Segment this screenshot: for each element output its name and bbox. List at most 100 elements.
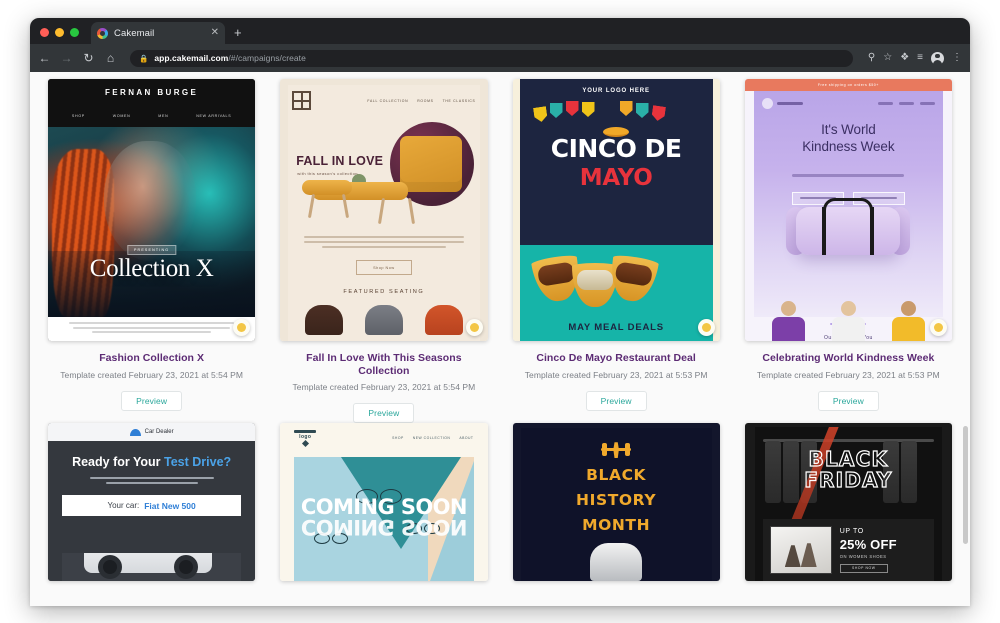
art-cta-button[interactable]: Shop Now bbox=[355, 260, 412, 275]
key-icon[interactable]: ⚲ bbox=[868, 53, 875, 63]
template-title: Fall In Love With This Seasons Collectio… bbox=[306, 352, 462, 377]
art-nav-item: WOMEN bbox=[112, 114, 131, 118]
template-thumbnail[interactable]: Free shipping on orders $50+ It's World … bbox=[744, 79, 952, 341]
art-promo-banner: Free shipping on orders $50+ bbox=[744, 79, 952, 91]
art-header: FERNAN BURGE bbox=[48, 79, 256, 105]
home-icon[interactable]: ⌂ bbox=[104, 52, 117, 64]
tab-strip: Cakemail ✕ + bbox=[30, 18, 970, 44]
template-thumbnail[interactable]: BLACK HISTORY MONTH bbox=[512, 423, 720, 582]
reload-icon[interactable]: ↻ bbox=[82, 52, 95, 64]
template-card[interactable]: YOUR LOGO HERE CINCO DE MAYO MAY MEAL DE… bbox=[512, 79, 720, 423]
preview-button-wrap: Preview bbox=[745, 390, 952, 411]
template-card[interactable]: BLACK FRIDAY UP TO 25% OFF ON WOMEN SHOE… bbox=[744, 423, 952, 582]
preview-button[interactable]: Preview bbox=[585, 390, 647, 411]
template-thumbnail[interactable]: BLACK FRIDAY UP TO 25% OFF ON WOMEN SHOE… bbox=[744, 423, 952, 582]
tab-title: Cakemail bbox=[114, 27, 155, 39]
preview-button[interactable]: Preview bbox=[121, 390, 183, 411]
art-nav-item: ROOMS bbox=[417, 98, 434, 103]
art-logo-icon bbox=[292, 91, 312, 110]
art-shop-now-button[interactable]: SHOP NOW bbox=[839, 563, 888, 573]
art-upto: UP TO bbox=[839, 527, 864, 535]
art-header: logo SHOP NEW COLLECTION ABOUT bbox=[280, 423, 487, 448]
forward-arrow-icon[interactable]: → bbox=[60, 52, 73, 64]
star-icon[interactable]: ☆ bbox=[883, 53, 892, 63]
scrollbar-thumb[interactable] bbox=[963, 426, 968, 544]
preview-button[interactable]: Preview bbox=[353, 403, 415, 424]
art-offer-text: UP TO 25% OFF ON WOMEN SHOES SHOP NOW bbox=[839, 526, 927, 574]
art-nav-item: ABOUT bbox=[459, 436, 474, 441]
browser-tab[interactable]: Cakemail ✕ bbox=[91, 22, 225, 44]
art-scene: FALL IN LOVE with this season's collecti… bbox=[288, 114, 479, 226]
template-title: Cinco De Mayo Restaurant Deal bbox=[536, 352, 696, 364]
art-logo bbox=[761, 98, 803, 109]
art-description bbox=[48, 476, 255, 485]
art-product bbox=[364, 305, 403, 335]
art-nav-item: NEW ARRIVALS bbox=[196, 114, 232, 118]
art-people-row bbox=[745, 297, 952, 341]
template-art-fashion: FERNAN BURGE SHOP WOMEN MEN NEW ARRIVALS bbox=[48, 79, 256, 341]
back-arrow-icon[interactable]: ← bbox=[38, 52, 51, 64]
preview-button[interactable]: Preview bbox=[817, 390, 879, 411]
art-nav-links bbox=[878, 102, 935, 105]
template-art-black-history: BLACK HISTORY MONTH bbox=[512, 423, 720, 582]
template-created-date: Template created February 23, 2021 at 5:… bbox=[757, 369, 940, 380]
art-car-wheel bbox=[174, 555, 198, 580]
art-car-wheel bbox=[98, 555, 122, 580]
template-badge-icon[interactable] bbox=[697, 319, 715, 336]
art-nav-item: NEW COLLECTION bbox=[412, 436, 451, 441]
template-card[interactable]: FERNAN BURGE SHOP WOMEN MEN NEW ARRIVALS bbox=[48, 79, 256, 423]
template-card[interactable]: Free shipping on orders $50+ It's World … bbox=[744, 79, 952, 423]
template-thumbnail[interactable]: FERNAN BURGE SHOP WOMEN MEN NEW ARRIVALS bbox=[48, 79, 256, 341]
art-chair-back bbox=[399, 136, 462, 192]
template-card[interactable]: Car Dealer Ready for Your Test Drive? Yo… bbox=[48, 423, 256, 582]
template-created-date: Template created February 23, 2021 at 5:… bbox=[60, 369, 243, 380]
maximize-window-button[interactable] bbox=[70, 28, 79, 37]
lock-icon: 🔒 bbox=[139, 53, 149, 63]
template-card[interactable]: BLACK HISTORY MONTH bbox=[512, 423, 720, 582]
profile-avatar-icon[interactable] bbox=[931, 51, 944, 66]
preview-button-wrap: Preview bbox=[48, 390, 255, 411]
art-paragraph bbox=[304, 236, 464, 248]
art-headline: FALL IN LOVE bbox=[296, 154, 384, 168]
close-icon[interactable]: ✕ bbox=[211, 28, 219, 38]
extensions-icon[interactable]: ❖ bbox=[900, 53, 909, 63]
preview-button-wrap: Preview bbox=[280, 403, 487, 424]
weightlifter-icon bbox=[601, 442, 632, 459]
page-scrollbar[interactable] bbox=[962, 72, 968, 606]
preview-button-wrap: Preview bbox=[513, 390, 720, 411]
template-card[interactable]: logo SHOP NEW COLLECTION ABOUT COMING SO… bbox=[280, 423, 488, 582]
art-headline-1: CINCO DE bbox=[550, 134, 682, 163]
art-nav-item: SHOP bbox=[71, 114, 85, 118]
art-subtext bbox=[754, 164, 943, 182]
art-headline-a: Ready for Your bbox=[72, 455, 164, 470]
template-title: Celebrating World Kindness Week bbox=[762, 352, 935, 364]
art-taco bbox=[606, 253, 659, 305]
minimize-window-button[interactable] bbox=[55, 28, 64, 37]
art-headline: Ready for Your Test Drive? bbox=[48, 455, 255, 470]
template-art-fall: FALL COLLECTION ROOMS THE CLASSICS FALL … bbox=[280, 79, 488, 341]
template-card[interactable]: FALL COLLECTION ROOMS THE CLASSICS FALL … bbox=[280, 79, 488, 424]
art-offer-detail: ON WOMEN SHOES bbox=[839, 553, 887, 559]
template-thumbnail[interactable]: logo SHOP NEW COLLECTION ABOUT COMING SO… bbox=[280, 423, 488, 582]
template-thumbnail[interactable]: YOUR LOGO HERE CINCO DE MAYO MAY MEAL DE… bbox=[512, 79, 720, 341]
art-nav: SHOP NEW COLLECTION ABOUT bbox=[392, 436, 473, 440]
address-bar[interactable]: 🔒 app.cakemail.com/#/campaigns/create bbox=[130, 49, 853, 67]
template-thumbnail[interactable]: Car Dealer Ready for Your Test Drive? Yo… bbox=[48, 423, 256, 582]
art-nav: SHOP WOMEN MEN NEW ARRIVALS bbox=[48, 105, 256, 127]
reading-list-icon[interactable]: ≡ bbox=[917, 53, 923, 63]
close-window-button[interactable] bbox=[40, 28, 49, 37]
new-tab-button[interactable]: + bbox=[234, 25, 242, 44]
window-controls[interactable] bbox=[40, 28, 79, 44]
template-art-black-friday: BLACK FRIDAY UP TO 25% OFF ON WOMEN SHOE… bbox=[744, 423, 952, 582]
more-menu-icon[interactable]: ⋮ bbox=[952, 53, 962, 63]
template-thumbnail[interactable]: FALL COLLECTION ROOMS THE CLASSICS FALL … bbox=[280, 79, 488, 341]
art-person bbox=[830, 301, 866, 341]
art-nav bbox=[754, 91, 943, 109]
art-nav: FALL COLLECTION ROOMS THE CLASSICS bbox=[367, 99, 475, 103]
art-body-text bbox=[48, 317, 256, 341]
art-logo-icon bbox=[761, 98, 773, 109]
art-headline-line1: BLACK bbox=[586, 466, 647, 485]
template-badge-icon[interactable] bbox=[465, 319, 483, 336]
template-badge-icon[interactable] bbox=[930, 319, 947, 336]
art-fist-image bbox=[590, 543, 643, 582]
